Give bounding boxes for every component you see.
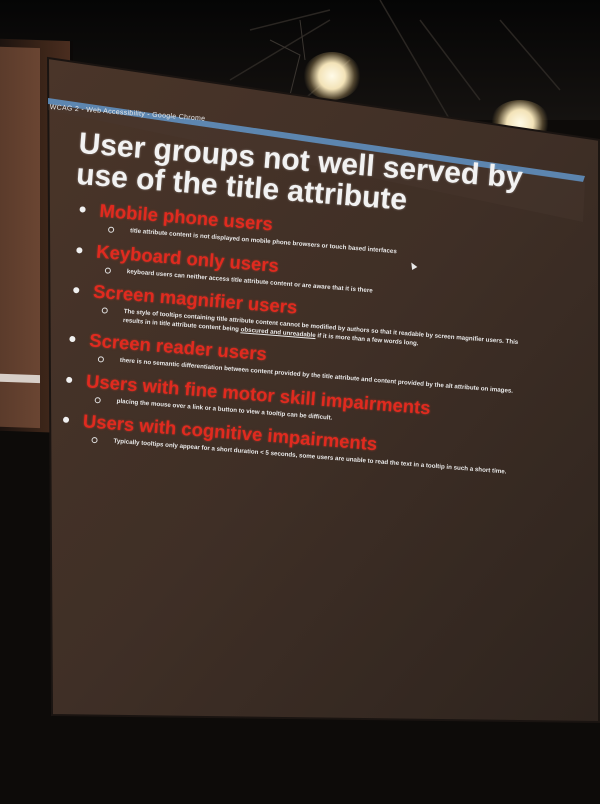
bullet-icon [73, 286, 80, 294]
bullet-icon [66, 376, 73, 383]
bullet-icon [79, 206, 86, 213]
sub-bullet-icon [107, 226, 115, 233]
sub-bullet-icon [94, 396, 101, 403]
projected-slide: WCAG 2 - Web Accessibility - Google Chro… [0, 0, 600, 804]
sub-bullet-icon [97, 356, 105, 363]
photo-scene: WCAG 2 - Web Accessibility - Google Chro… [0, 0, 600, 804]
bullet-icon [62, 416, 70, 424]
bullet-icon [69, 335, 76, 343]
bullet-icon [76, 246, 83, 254]
sub-bullet-icon [91, 436, 98, 444]
slide-content: User groups not well served by use of th… [55, 127, 549, 485]
sub-bullet-icon [101, 307, 108, 314]
sub-bullet-icon [104, 266, 112, 274]
